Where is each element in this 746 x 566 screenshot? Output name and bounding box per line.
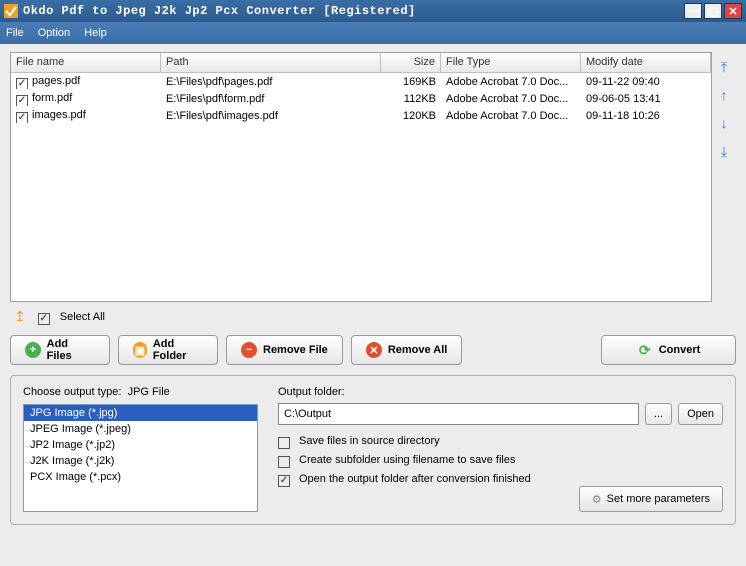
remove-file-button[interactable]: −Remove File: [226, 335, 343, 365]
select-all-label: Select All: [60, 311, 105, 323]
menu-help[interactable]: Help: [84, 27, 107, 39]
list-item[interactable]: JP2 Image (*.jp2): [24, 437, 257, 453]
cell-type: Adobe Acrobat 7.0 Doc...: [441, 75, 581, 89]
convert-button[interactable]: ⟳ Convert: [601, 335, 736, 365]
cell-path: E:\Files\pdf\images.pdf: [161, 109, 381, 123]
minimize-button[interactable]: —: [684, 3, 702, 19]
cell-date: 09-06-05 13:41: [581, 92, 711, 106]
cell-type: Adobe Acrobat 7.0 Doc...: [441, 92, 581, 106]
output-type-listbox[interactable]: JPG Image (*.jpg) JPEG Image (*.jpeg) JP…: [23, 404, 258, 512]
window-title: Okdo Pdf to Jpeg J2k Jp2 Pcx Converter […: [23, 4, 682, 18]
table-row[interactable]: images.pdf E:\Files\pdf\images.pdf 120KB…: [11, 107, 711, 124]
reorder-buttons: ⤒ ↑ ↓ ⤓: [712, 52, 736, 302]
maximize-button[interactable]: ▢: [704, 3, 722, 19]
gear-icon: ⚙: [592, 493, 602, 506]
remove-file-label: Remove File: [263, 344, 328, 356]
title-bar: Okdo Pdf to Jpeg J2k Jp2 Pcx Converter […: [0, 0, 746, 22]
list-item[interactable]: PCX Image (*.pcx): [24, 469, 257, 485]
col-filetype[interactable]: File Type: [441, 53, 581, 72]
cell-name: form.pdf: [32, 92, 72, 104]
output-folder-input[interactable]: [278, 403, 639, 425]
open-after-label: Open the output folder after conversion …: [299, 473, 531, 485]
plus-icon: +: [25, 342, 41, 358]
open-button[interactable]: Open: [678, 403, 723, 425]
col-path[interactable]: Path: [161, 53, 381, 72]
cell-date: 09-11-18 10:26: [581, 109, 711, 123]
list-item[interactable]: J2K Image (*.j2k): [24, 453, 257, 469]
move-top-icon[interactable]: ⤒: [715, 58, 733, 76]
move-bottom-icon[interactable]: ⤓: [715, 142, 733, 160]
cell-name: pages.pdf: [32, 75, 80, 87]
menu-file[interactable]: File: [6, 27, 24, 39]
list-item[interactable]: JPG Image (*.jpg): [24, 405, 257, 421]
menu-option[interactable]: Option: [38, 27, 70, 39]
remove-all-label: Remove All: [388, 344, 448, 356]
minus-icon: −: [241, 342, 257, 358]
move-down-icon[interactable]: ↓: [715, 114, 733, 132]
browse-button[interactable]: ...: [645, 403, 672, 425]
cell-size: 169KB: [381, 75, 441, 89]
table-row[interactable]: pages.pdf E:\Files\pdf\pages.pdf 169KB A…: [11, 73, 711, 90]
col-filename[interactable]: File name: [11, 53, 161, 72]
add-files-label: Add Files: [47, 338, 95, 362]
x-icon: ✕: [366, 342, 382, 358]
cell-type: Adobe Acrobat 7.0 Doc...: [441, 109, 581, 123]
up-folder-icon[interactable]: ↥: [14, 308, 26, 325]
list-item[interactable]: JPEG Image (*.jpeg): [24, 421, 257, 437]
file-list-header: File name Path Size File Type Modify dat…: [11, 53, 711, 73]
app-icon: [4, 4, 18, 18]
output-type-label: Choose output type: JPG File: [23, 386, 258, 398]
cell-name: images.pdf: [32, 109, 86, 121]
output-folder-label: Output folder:: [278, 386, 723, 398]
cell-path: E:\Files\pdf\pages.pdf: [161, 75, 381, 89]
save-source-checkbox[interactable]: [278, 437, 290, 449]
options-panel: Choose output type: JPG File JPG Image (…: [10, 375, 736, 525]
select-all-checkbox[interactable]: [38, 313, 50, 325]
set-more-label: Set more parameters: [607, 493, 710, 505]
cell-date: 09-11-22 09:40: [581, 75, 711, 89]
row-checkbox[interactable]: [16, 112, 28, 123]
add-folder-button[interactable]: ▣ Add Folder: [118, 335, 218, 365]
subfolder-label: Create subfolder using filename to save …: [299, 454, 515, 466]
cell-size: 112KB: [381, 92, 441, 106]
file-list-body: pages.pdf E:\Files\pdf\pages.pdf 169KB A…: [11, 73, 711, 124]
close-button[interactable]: ✕: [724, 3, 742, 19]
table-row[interactable]: form.pdf E:\Files\pdf\form.pdf 112KB Ado…: [11, 90, 711, 107]
file-list[interactable]: File name Path Size File Type Modify dat…: [10, 52, 712, 302]
subfolder-checkbox[interactable]: [278, 456, 290, 468]
remove-all-button[interactable]: ✕ Remove All: [351, 335, 463, 365]
add-files-button[interactable]: + Add Files: [10, 335, 110, 365]
row-checkbox[interactable]: [16, 78, 28, 89]
set-more-parameters-button[interactable]: ⚙ Set more parameters: [579, 486, 723, 512]
cell-path: E:\Files\pdf\form.pdf: [161, 92, 381, 106]
open-after-checkbox[interactable]: [278, 475, 290, 487]
convert-icon: ⟳: [637, 342, 653, 358]
add-folder-label: Add Folder: [153, 338, 203, 362]
convert-label: Convert: [659, 344, 701, 356]
col-modifydate[interactable]: Modify date: [581, 53, 711, 72]
row-checkbox[interactable]: [16, 95, 28, 106]
menu-bar: File Option Help: [0, 22, 746, 44]
cell-size: 120KB: [381, 109, 441, 123]
move-up-icon[interactable]: ↑: [715, 86, 733, 104]
col-size[interactable]: Size: [381, 53, 441, 72]
folder-icon: ▣: [133, 342, 147, 358]
save-source-label: Save files in source directory: [299, 435, 440, 447]
